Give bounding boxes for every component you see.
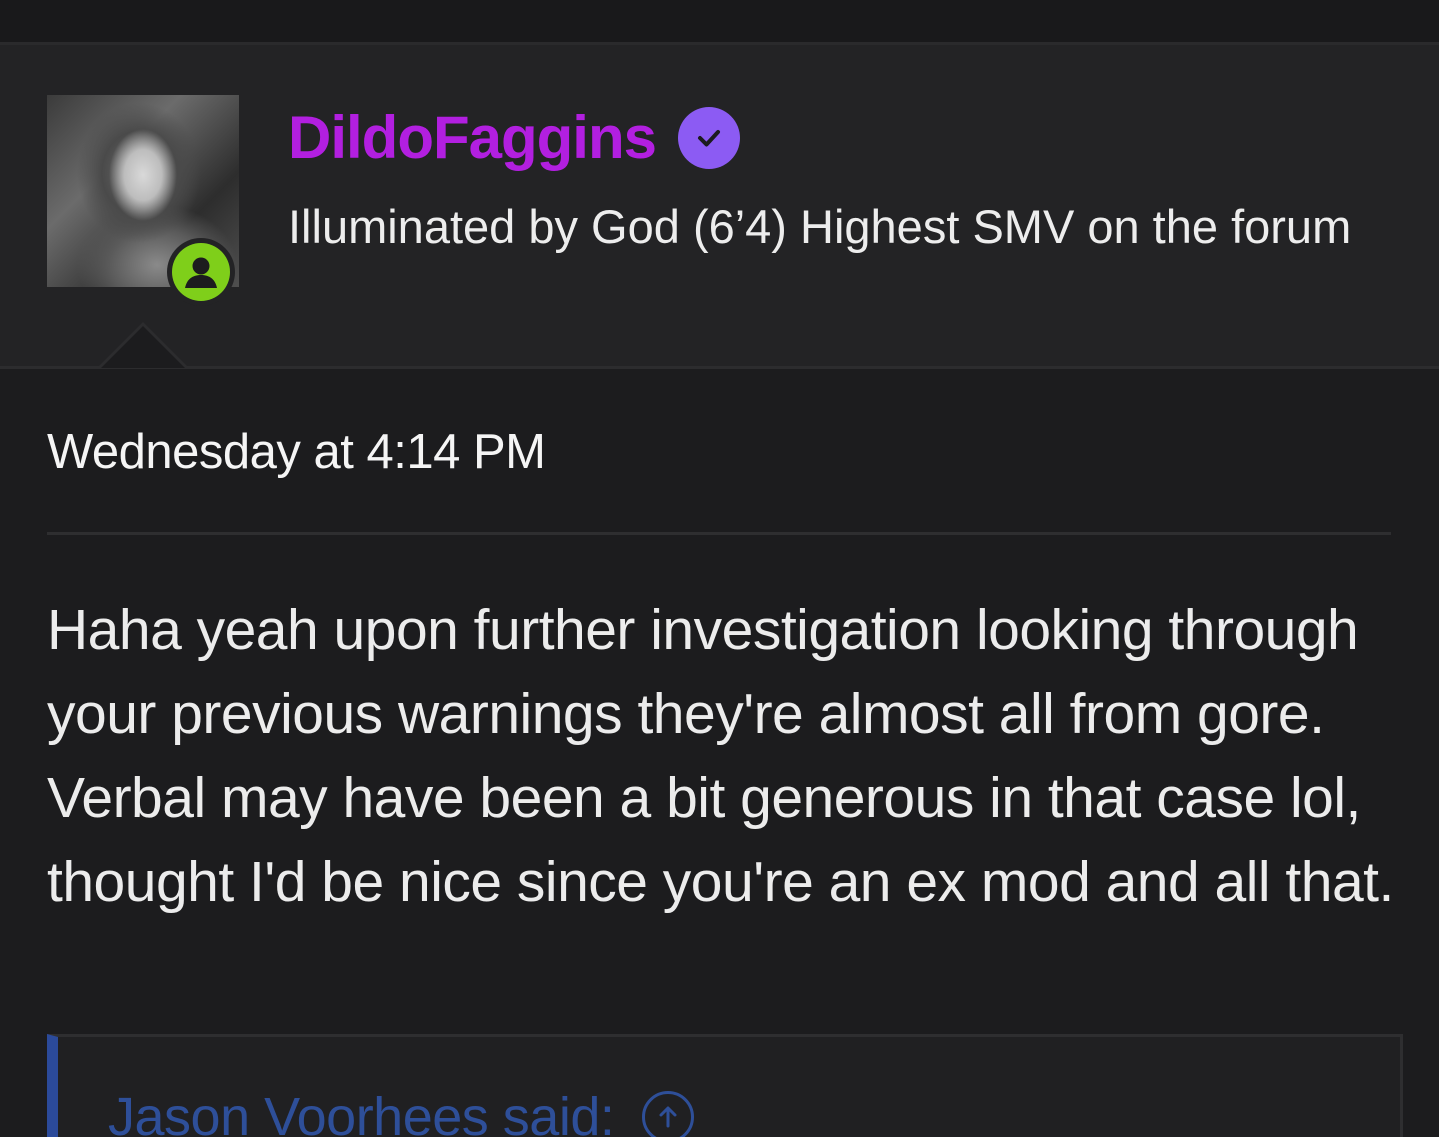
username-row: DildoFaggins (288, 103, 740, 173)
online-status-badge (167, 238, 235, 306)
avatar[interactable] (47, 95, 239, 306)
quote-author-link[interactable]: Jason Voorhees said: (108, 1085, 615, 1137)
post-body: Haha yeah upon further investigation loo… (47, 598, 1394, 914)
quote-block: Jason Voorhees said: (47, 1034, 1403, 1137)
top-bar (0, 0, 1439, 45)
arrow-up-circle-icon[interactable] (642, 1091, 695, 1137)
forum-post-page: DildoFaggins Illuminated by God (6’4) Hi… (0, 0, 1439, 1137)
quote-header: Jason Voorhees said: (108, 1085, 695, 1137)
header-pointer-fill (101, 326, 185, 368)
verified-badge (677, 107, 740, 169)
post-timestamp[interactable]: Wednesday at 4:14 PM (47, 423, 546, 481)
username-link[interactable]: DildoFaggins (288, 103, 657, 173)
check-circle-icon (697, 130, 720, 147)
message-user-header: DildoFaggins Illuminated by God (6’4) Hi… (0, 45, 1439, 369)
user-title: Illuminated by God (6’4) Highest SMV on … (288, 200, 1352, 253)
divider (47, 532, 1391, 535)
user-circle-icon (172, 243, 230, 301)
